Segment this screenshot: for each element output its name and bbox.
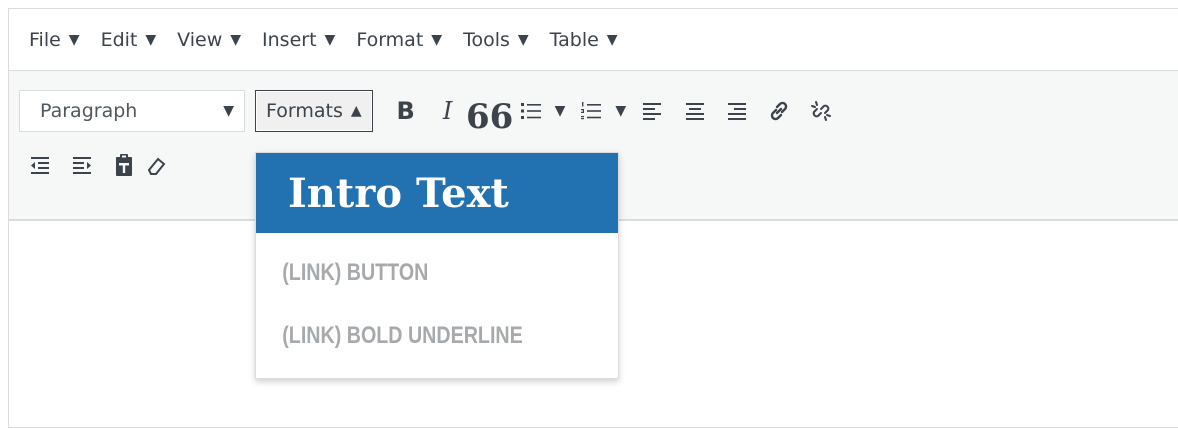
formats-button[interactable]: Formats ▲ [255,90,373,132]
outdent-icon [31,157,49,174]
menu-format[interactable]: Format ▼ [356,29,442,51]
align-left-button[interactable] [632,90,674,132]
link-button[interactable] [758,90,800,132]
caret-down-icon: ▼ [615,103,627,119]
bullet-list-icon [511,90,553,132]
caret-down-icon: ▼ [68,31,80,48]
caret-down-icon: ▼ [230,31,242,48]
menu-table-label: Table [549,28,599,51]
block-format-value: Paragraph [40,100,138,122]
unlink-icon [811,101,832,121]
align-center-icon [686,103,705,120]
eraser-icon [147,157,166,175]
caret-down-icon: ▼ [431,31,443,48]
align-right-button[interactable] [716,90,758,132]
caret-down-icon: ▼ [517,31,529,48]
menu-edit-label: Edit [100,28,138,51]
caret-down-icon: ▼ [554,103,566,119]
format-option-link-bold-underline[interactable]: (LINK) BOLD UNDERLINE [256,303,553,369]
italic-icon: I [442,97,453,125]
numbered-list-icon [571,90,613,132]
caret-down-icon: ▼ [606,31,618,48]
format-option-intro-text[interactable]: Intro Text [256,153,618,233]
numbered-list-button[interactable]: ▼ [571,90,632,132]
menu-insert-label: Insert [262,28,317,51]
align-center-button[interactable] [674,90,716,132]
menu-file[interactable]: File ▼ [29,29,80,51]
paste-text-button[interactable] [103,144,145,186]
menu-file-label: File [29,28,61,51]
formats-label: Formats [266,100,343,122]
menu-format-label: Format [356,28,424,51]
block-format-select[interactable]: Paragraph ▼ [19,90,245,132]
toolbar-row-1: Paragraph ▼ Formats ▲ B I 66 ▼ ▼ [19,90,842,137]
caret-down-icon: ▼ [145,31,157,48]
menu-view[interactable]: View ▼ [177,29,241,51]
blockquote-icon: 66 [465,97,514,137]
bullet-list-button[interactable]: ▼ [511,90,572,132]
menu-insert[interactable]: Insert ▼ [262,29,335,51]
italic-button[interactable]: I [427,90,469,132]
align-right-icon [728,103,747,120]
indent-icon [73,157,91,174]
caret-down-icon: ▼ [324,31,336,48]
align-left-icon [643,103,662,120]
menu-table[interactable]: Table ▼ [550,29,618,51]
indent-button[interactable] [61,144,103,186]
blockquote-button[interactable]: 66 [465,90,514,137]
caret-up-icon: ▲ [350,103,362,119]
menu-edit[interactable]: Edit ▼ [101,29,157,51]
link-icon [770,101,788,121]
clear-formatting-button[interactable] [145,144,167,186]
menu-tools[interactable]: Tools ▼ [463,29,529,51]
bold-icon: B [396,97,415,125]
menu-view-label: View [177,28,223,51]
formats-dropdown: Intro Text (LINK) BUTTON (LINK) BOLD UND… [255,152,619,379]
menubar: File ▼ Edit ▼ View ▼ Insert ▼ Format ▼ Tools ▼… [9,9,1178,71]
caret-down-icon: ▼ [223,103,234,119]
bold-button[interactable]: B [385,90,427,132]
unlink-button[interactable] [800,90,842,132]
outdent-button[interactable] [19,144,61,186]
menu-tools-label: Tools [463,28,510,51]
paste-text-icon [116,154,132,176]
format-option-link-button[interactable]: (LINK) BUTTON [256,233,553,303]
